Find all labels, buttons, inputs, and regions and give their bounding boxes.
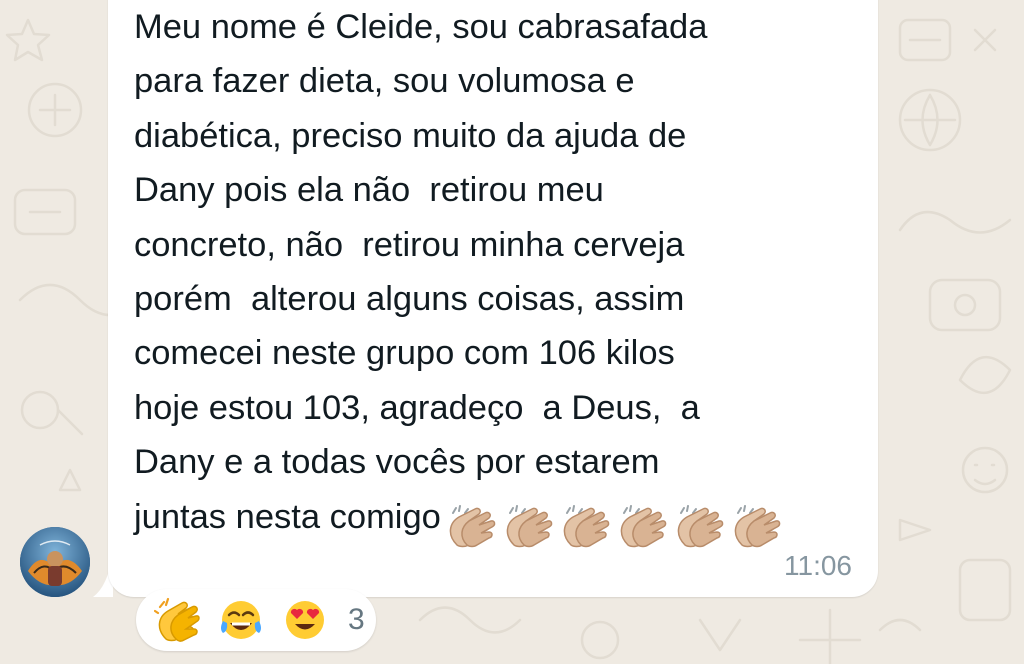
clapping-hands-icon xyxy=(563,504,610,547)
clapping-hands-icon xyxy=(506,504,553,547)
clapping-hands-icon xyxy=(620,504,667,547)
reaction-count: 3 xyxy=(348,603,365,636)
heart-eyes-icon xyxy=(286,601,324,639)
message-timestamp: 11:06 xyxy=(784,550,852,581)
clapping-hands-icon xyxy=(154,597,200,642)
tears-of-joy-icon xyxy=(221,601,261,639)
message-line: juntas nesta comigo xyxy=(134,497,441,536)
message-line: porém alterou alguns coisas, assim xyxy=(134,280,685,319)
clapping-hands-icon xyxy=(734,504,781,547)
reactions-pill[interactable]: 3 xyxy=(136,589,376,651)
clapping-hands-icon xyxy=(449,504,496,547)
message-line: comecei neste grupo com 106 kilos xyxy=(134,334,675,373)
reaction-heart-eyes xyxy=(282,597,328,643)
message-line-last: juntas nesta comigo xyxy=(134,490,874,552)
clapping-hands-emoji-row xyxy=(445,498,787,552)
message-line: para fazer dieta, sou volumosa e xyxy=(134,62,635,101)
message-text: Meu nome é Cleide, sou cabrasafada para … xyxy=(134,0,874,552)
clapping-hands-icon xyxy=(677,504,724,547)
message-line: Dany pois ela não retirou meu xyxy=(134,171,604,210)
message-line: Dany e a todas vocês por estarem xyxy=(134,443,660,482)
avatar-picture xyxy=(20,527,90,597)
sender-avatar[interactable] xyxy=(20,527,90,597)
message-line: concreto, não retirou minha cerveja xyxy=(134,225,685,264)
message-line: Meu nome é Cleide, sou cabrasafada xyxy=(134,8,708,46)
message-line: hoje estou 103, agradeço a Deus, a xyxy=(134,388,700,427)
reaction-tears-of-joy xyxy=(218,597,264,643)
message-line: diabética, preciso muito da ajuda de xyxy=(134,116,687,155)
reaction-clapping-hands xyxy=(154,597,200,643)
